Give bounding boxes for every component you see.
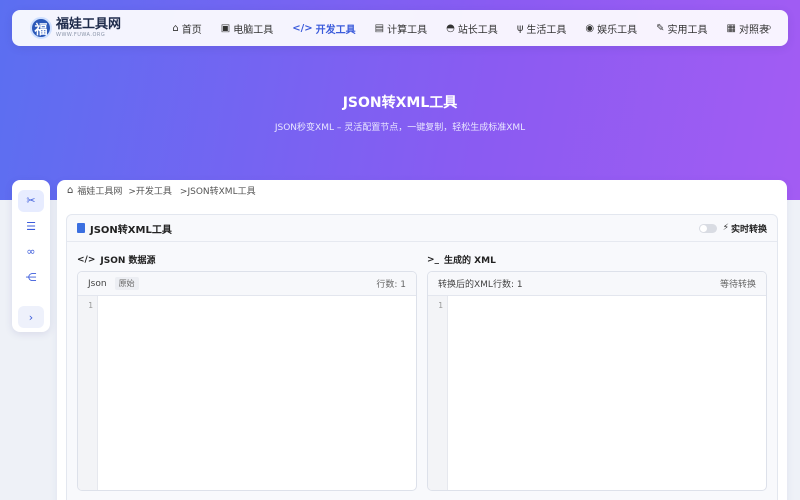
search-icon[interactable]: ⌕ <box>765 20 772 35</box>
nav-item-home[interactable]: ⌂ 首页 <box>172 21 201 36</box>
logo-domain: WWW.FUWA.ORG <box>56 32 106 38</box>
raw-tag: 原始 <box>114 277 139 290</box>
realtime-label: 实时转换 <box>730 224 767 235</box>
table-icon: ▦ <box>726 22 736 34</box>
logo-badge: 福 <box>30 17 52 39</box>
nav-item-wrench[interactable]: ✎ 实用工具 <box>656 21 707 36</box>
json-input-editor[interactable]: Json 原始 行数: 1 1 <box>77 271 417 491</box>
json-editor-header: Json 原始 行数: 1 <box>78 272 416 296</box>
nav-item-code[interactable]: </> 开发工具 <box>292 21 355 36</box>
tool-title: JSON转XML工具 <box>90 224 172 236</box>
nav-label: 首页 <box>181 24 202 36</box>
xml-line-count: 转换后的XML行数: 1 <box>438 280 523 290</box>
nav-item-table[interactable]: ▦ 对照表 <box>727 21 769 36</box>
code-icon: </> <box>77 254 96 265</box>
computer-icon: ▣ <box>220 22 231 34</box>
chevron-right-icon[interactable]: › <box>18 306 44 328</box>
output-panel-label: >_ 生成的 XML <box>427 253 496 267</box>
realtime-toggle[interactable]: ⚡ 实时转换 <box>698 222 767 235</box>
top-navbar: 福 福娃工具网 WWW.FUWA.ORG ⌂ 首页 ▣ 电脑工具 </> 开发工具 ▤ 计算工… <box>12 10 788 46</box>
conversion-status: 等待转换 <box>719 280 756 290</box>
list-icon[interactable]: ☰ <box>18 216 44 238</box>
nav-label: 站长工具 <box>457 24 498 36</box>
breadcrumb-home[interactable]: 福娃工具网 <box>77 184 122 197</box>
nav-label: 计算工具 <box>387 24 428 36</box>
xml-editor-header: 转换后的XML行数: 1 等待转换 <box>428 272 766 296</box>
breadcrumb-category[interactable]: >开发工具 <box>128 184 172 197</box>
tools-icon[interactable]: ✂ <box>18 190 44 212</box>
nav-label: 娱乐工具 <box>597 24 638 36</box>
link-icon[interactable]: ∞ <box>18 241 44 263</box>
input-panel-label: </> JSON 数据源 <box>77 253 156 267</box>
page-title: JSON转XML工具 <box>342 95 458 111</box>
nav-label: 实用工具 <box>667 24 708 36</box>
output-panel-title: 生成的 XML <box>444 256 496 266</box>
terminal-icon: >_ <box>427 254 440 265</box>
breadcrumb: ⌂ 福娃工具网 >开发工具 >JSON转XML工具 <box>67 184 258 197</box>
nav-item-gamepad[interactable]: ◉ 娱乐工具 <box>585 21 637 36</box>
share-icon[interactable]: ⋲ <box>18 267 44 289</box>
realtime-switch[interactable] <box>698 223 717 233</box>
nav-item-calculator[interactable]: ▤ 计算工具 <box>375 21 427 36</box>
site-logo[interactable]: 福 福娃工具网 WWW.FUWA.ORG <box>30 17 156 39</box>
floating-sidebar: ✂ ☰ ∞ ⋲ › <box>12 180 50 332</box>
line-number: 1 <box>428 296 448 490</box>
tool-card: JSON转XML工具 ⚡ 实时转换 </> JSON 数据源 Json 原始 行… <box>66 214 778 500</box>
line-number: 1 <box>78 296 98 490</box>
wrench-icon: ✎ <box>656 22 665 34</box>
main-content: ⌂ 福娃工具网 >开发工具 >JSON转XML工具 JSON转XML工具 ⚡ 实… <box>57 180 787 500</box>
bolt-icon: ⚡ <box>722 223 729 233</box>
xml-textarea[interactable]: 1 <box>428 296 766 490</box>
code-icon: </> <box>292 22 313 34</box>
logo-name: 福娃工具网 <box>56 17 122 32</box>
json-label: Json <box>88 278 107 289</box>
json-line-count: 行数: 1 <box>376 280 406 290</box>
nav-item-computer[interactable]: ▣ 电脑工具 <box>221 21 273 36</box>
utensils-icon: ψ <box>516 22 524 34</box>
file-code-icon <box>77 223 85 233</box>
xml-output-editor[interactable]: 转换后的XML行数: 1 等待转换 1 <box>427 271 767 491</box>
breadcrumb-current: >JSON转XML工具 <box>179 187 256 197</box>
home-icon: ⌂ <box>67 185 74 196</box>
calculator-icon: ▤ <box>374 22 385 34</box>
nav-label: 生活工具 <box>526 24 567 36</box>
nav-item-webmaster[interactable]: ◓ 站长工具 <box>446 21 498 36</box>
nav-menu: ⌂ 首页 ▣ 电脑工具 </> 开发工具 ▤ 计算工具 ◓ 站长工具 ψ 生活工具 ◉ 娱乐工具 ✎ 实用工具… <box>172 21 788 36</box>
tool-header: JSON转XML工具 ⚡ 实时转换 <box>67 215 777 242</box>
nav-item-utensils[interactable]: ψ 生活工具 <box>517 21 567 36</box>
home-icon: ⌂ <box>172 22 179 34</box>
input-panel-title: JSON 数据源 <box>100 256 156 266</box>
nav-label: 电脑工具 <box>233 24 274 36</box>
nav-label: 开发工具 <box>315 24 356 36</box>
gamepad-icon: ◉ <box>585 22 595 34</box>
json-textarea[interactable]: 1 <box>78 296 416 490</box>
page-subtitle: JSON秒变XML – 灵活配置节点，一键复制，轻松生成标准XML <box>274 123 526 133</box>
webmaster-icon: ◓ <box>446 22 455 34</box>
